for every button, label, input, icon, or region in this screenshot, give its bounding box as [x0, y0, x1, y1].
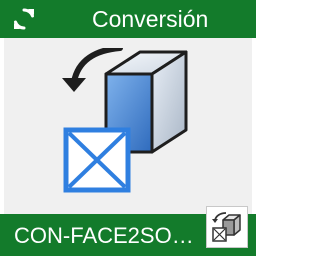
command-name: CON-FACE2SO…: [14, 223, 194, 248]
face-to-solid-icon: [62, 48, 188, 193]
tile-header: Conversión: [0, 0, 256, 38]
category-title: Conversión: [92, 6, 209, 32]
command-badge: [206, 206, 248, 248]
refresh-icon: [14, 8, 34, 30]
command-tile[interactable]: Conversión CON-FACE2SO…: [0, 0, 256, 256]
face-to-solid-small-icon: [212, 212, 241, 242]
